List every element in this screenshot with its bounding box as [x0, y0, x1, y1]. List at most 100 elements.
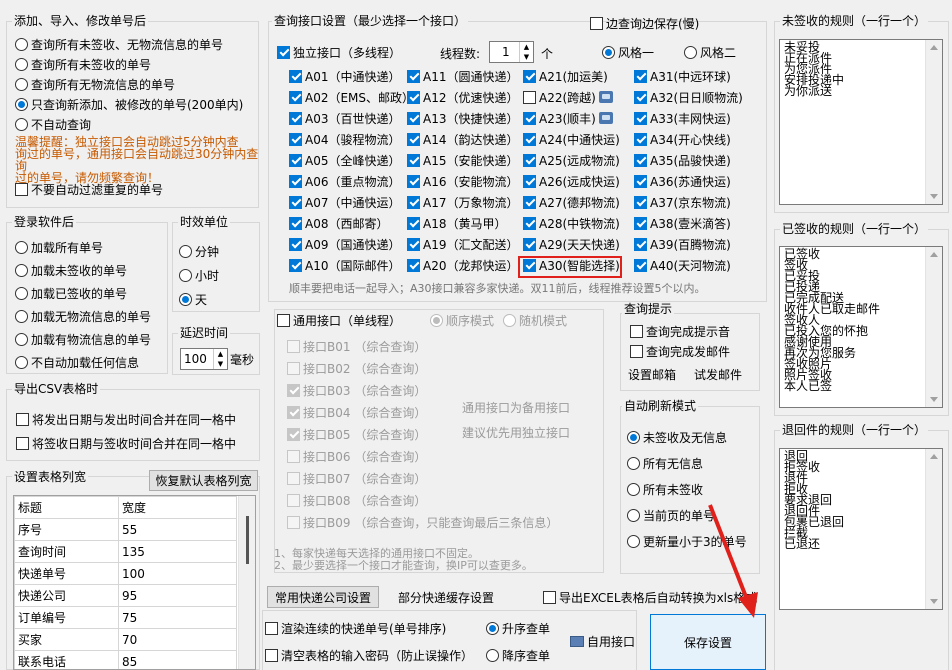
- carrier-6-3-box[interactable]: [634, 195, 647, 209]
- carrier-8-1-box[interactable]: [407, 237, 420, 251]
- carrier-1-3[interactable]: A32(日日顺物流): [634, 88, 743, 106]
- carrier-9-3-box[interactable]: [634, 258, 647, 272]
- add-option-4-dot[interactable]: [15, 97, 28, 111]
- carrier-0-0-box[interactable]: [289, 69, 302, 83]
- render-consecutive-checkbox[interactable]: 渲染连续的快递单号(单号排序): [265, 619, 446, 637]
- login-option-3[interactable]: 加载已签收的单号: [15, 284, 127, 302]
- carrier-3-2-box[interactable]: [523, 132, 536, 146]
- carrier-2-0[interactable]: A03（百世快递）: [289, 109, 400, 127]
- table-row[interactable]: 联系电话 85: [14, 650, 237, 669]
- carrier-5-1-box[interactable]: [407, 174, 420, 188]
- add-option-3-dot[interactable]: [15, 77, 28, 91]
- table-cell[interactable]: 订单编号: [14, 606, 119, 629]
- general-item-6-box[interactable]: [287, 449, 300, 463]
- random-mode-dot[interactable]: [503, 313, 516, 327]
- style2-radio-dot[interactable]: [684, 45, 697, 59]
- common-carrier-button[interactable]: 常用快递公司设置: [267, 586, 379, 608]
- general-item-9[interactable]: 接口B09 （综合查询，只能查询最后三条信息）: [287, 513, 558, 531]
- add-option-2[interactable]: 查询所有未签收的单号: [15, 55, 151, 73]
- general-interface-checkbox[interactable]: 通用接口（单线程）: [277, 311, 405, 329]
- carrier-5-0-box[interactable]: [289, 174, 302, 188]
- render-consecutive-box[interactable]: [265, 621, 278, 635]
- table-cell[interactable]: 70: [118, 628, 237, 651]
- carrier-1-0[interactable]: A02（EMS、邮政）: [289, 88, 414, 106]
- carrier-4-3[interactable]: A35(品骏快递): [634, 151, 731, 169]
- carrier-7-3[interactable]: A38(壹米滴答): [634, 214, 731, 232]
- carrier-4-2-box[interactable]: [523, 153, 536, 167]
- general-item-1-box[interactable]: [287, 339, 300, 353]
- carrier-8-3-box[interactable]: [634, 237, 647, 251]
- carrier-1-1-box[interactable]: [407, 90, 420, 104]
- general-item-4[interactable]: 接口B04 （综合查询）: [287, 403, 426, 421]
- time-unit-3-dot[interactable]: [179, 292, 192, 306]
- carrier-8-0[interactable]: A09（国通快递）: [289, 235, 400, 253]
- carrier-7-1[interactable]: A18（黄马甲）: [407, 214, 506, 232]
- complete-sound-box[interactable]: [630, 324, 643, 338]
- carrier-7-3-box[interactable]: [634, 216, 647, 230]
- carrier-0-1-box[interactable]: [407, 69, 420, 83]
- phone-icon[interactable]: [598, 91, 613, 103]
- clear-password-box[interactable]: [265, 648, 278, 662]
- csv-option-1-box[interactable]: [16, 412, 29, 426]
- ascending-radio[interactable]: 升序查单: [486, 619, 550, 637]
- auto-refresh-1[interactable]: 未签收及无信息: [627, 428, 727, 446]
- login-option-5-dot[interactable]: [15, 332, 28, 346]
- table-cell[interactable]: 135: [118, 540, 237, 563]
- carrier-0-1[interactable]: A11（圆通快递）: [407, 67, 518, 85]
- carrier-2-1[interactable]: A13（快捷快递）: [407, 109, 518, 127]
- table-cell[interactable]: 85: [118, 650, 237, 669]
- general-item-2[interactable]: 接口B02 （综合查询）: [287, 359, 426, 377]
- login-option-1[interactable]: 加载所有单号: [15, 238, 103, 256]
- table-row[interactable]: 序号 55: [14, 518, 237, 541]
- table-cell[interactable]: 95: [118, 584, 237, 607]
- auto-refresh-2[interactable]: 所有无信息: [627, 454, 703, 472]
- carrier-1-1[interactable]: A12（优速快递）: [407, 88, 518, 106]
- unsigned-scrollbar[interactable]: [925, 40, 942, 204]
- carrier-4-1[interactable]: A15（安能快递）: [407, 151, 518, 169]
- table-cell[interactable]: 买家: [14, 628, 119, 651]
- login-option-5[interactable]: 加载有物流信息的单号: [15, 330, 151, 348]
- login-option-4-dot[interactable]: [15, 309, 28, 323]
- carrier-9-0-box[interactable]: [289, 258, 302, 272]
- complete-sound-checkbox[interactable]: 查询完成提示音: [630, 322, 730, 340]
- self-interface-button[interactable]: 自用接口: [570, 632, 635, 650]
- carrier-1-3-box[interactable]: [634, 90, 647, 104]
- signed-rules-textarea[interactable]: 已签收 签收 已妥投 已投递 已完成配送 收件人已取走邮件 签收人 已投入您的怀抱 感谢使用 再次…: [779, 246, 943, 408]
- carrier-5-2[interactable]: A26(远成快运): [523, 172, 620, 190]
- carrier-2-1-box[interactable]: [407, 111, 420, 125]
- login-option-6[interactable]: 不自动加载任何信息: [15, 353, 139, 371]
- carrier-4-3-box[interactable]: [634, 153, 647, 167]
- carrier-4-0[interactable]: A05（全峰快递）: [289, 151, 400, 169]
- carrier-3-3[interactable]: A34(开心快线): [634, 130, 731, 148]
- style1-radio[interactable]: 风格一: [602, 43, 654, 61]
- general-item-3[interactable]: 接口B03 （综合查询）: [287, 381, 426, 399]
- general-item-2-box[interactable]: [287, 361, 300, 375]
- csv-option-2-box[interactable]: [16, 436, 29, 450]
- delay-spinner[interactable]: 100 ▲ ▼: [180, 348, 228, 370]
- table-cell[interactable]: 75: [118, 606, 237, 629]
- no-filter-box[interactable]: [15, 182, 28, 196]
- threads-spin-down-icon[interactable]: ▼: [519, 52, 533, 62]
- table-cell[interactable]: 序号: [14, 518, 119, 541]
- sequential-mode-dot[interactable]: [430, 313, 443, 327]
- save-while-query-checkbox[interactable]: 边查询边保存(慢): [590, 14, 699, 32]
- carrier-6-2[interactable]: A27(德邦物流): [523, 193, 620, 211]
- style2-radio[interactable]: 风格二: [684, 43, 736, 61]
- reset-widths-button[interactable]: 恢复默认表格列宽: [149, 470, 258, 491]
- auto-refresh-5-dot[interactable]: [627, 534, 640, 548]
- carrier-2-0-box[interactable]: [289, 111, 302, 125]
- table-scroll-thumb[interactable]: [246, 516, 249, 564]
- ascending-radio-dot[interactable]: [486, 621, 499, 635]
- login-option-2-dot[interactable]: [15, 263, 28, 277]
- sequential-mode-radio[interactable]: 顺序模式: [430, 311, 494, 329]
- carrier-6-1-box[interactable]: [407, 195, 420, 209]
- carrier-5-1[interactable]: A16（安能物流）: [407, 172, 518, 190]
- carrier-9-3[interactable]: A40(天河物流): [634, 256, 731, 274]
- csv-option-2[interactable]: 将签收日期与签收时间合并在同一格中: [16, 434, 236, 452]
- table-row[interactable]: 订单编号 75: [14, 606, 237, 629]
- table-cell[interactable]: 100: [118, 562, 237, 585]
- carrier-2-3-box[interactable]: [634, 111, 647, 125]
- carrier-8-3[interactable]: A39(百腾物流): [634, 235, 731, 253]
- time-unit-2-dot[interactable]: [179, 268, 192, 282]
- general-item-8-box[interactable]: [287, 493, 300, 507]
